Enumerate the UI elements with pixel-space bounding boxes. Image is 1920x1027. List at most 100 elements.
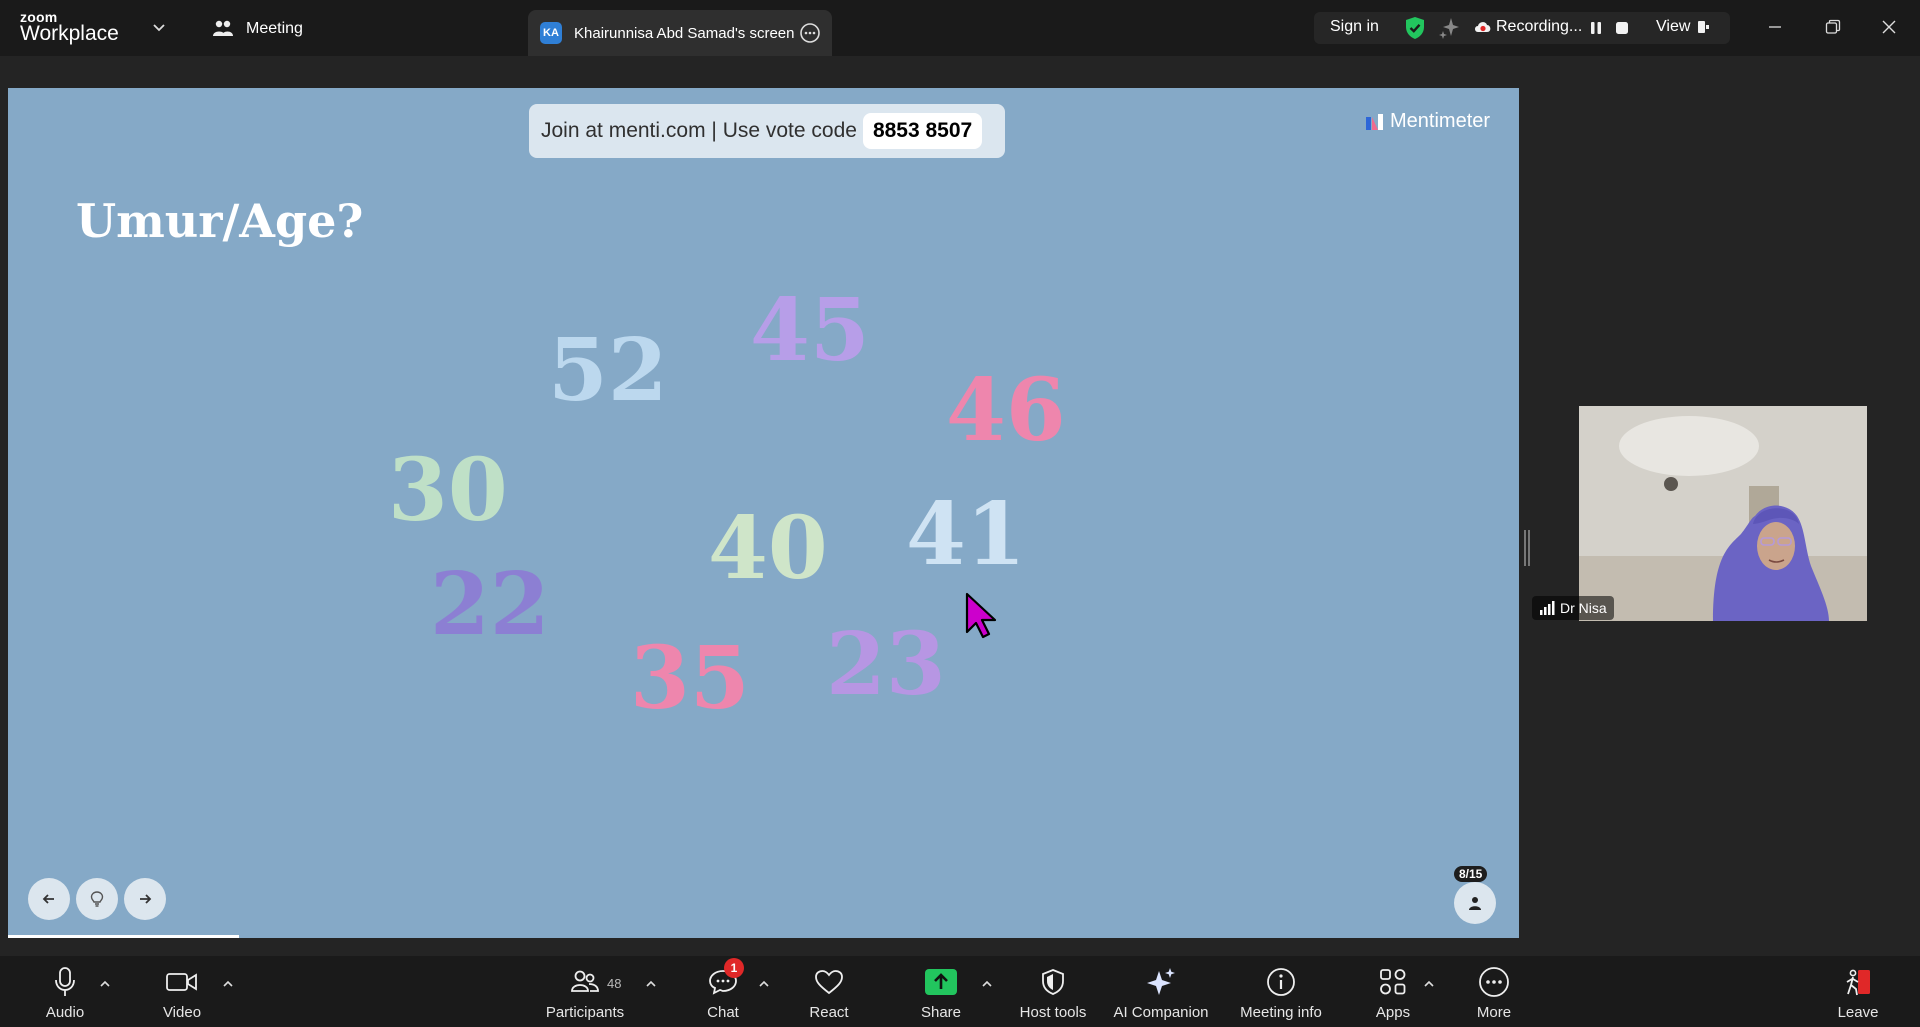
arrow-right-icon (140, 894, 152, 904)
sign-in-button[interactable]: Sign in (1330, 18, 1379, 36)
hint-button[interactable] (76, 878, 118, 920)
share-label: Share (920, 1004, 962, 1021)
more-options-icon (1479, 967, 1509, 997)
vote-banner-text: Join at menti.com | Use vote code (541, 119, 857, 142)
tab-shared-screen-label: Khairunnisa Abd Samad's screen (574, 24, 795, 42)
previous-slide-button[interactable] (28, 878, 70, 920)
audio-options-caret-icon[interactable] (98, 978, 112, 990)
participant-video[interactable] (1579, 406, 1867, 621)
info-icon (1267, 968, 1295, 996)
sparkle-icon[interactable] (1438, 16, 1460, 40)
restore-button[interactable] (1818, 12, 1848, 42)
recording-status: Recording... (1496, 18, 1583, 35)
meeting-info-label: Meeting info (1240, 1004, 1322, 1021)
presentation-progress-fill (8, 935, 240, 938)
leave-button[interactable]: Leave (1803, 964, 1913, 1021)
slide-counter: 8/15 (1454, 866, 1488, 882)
microphone-icon (55, 967, 75, 996)
minimize-icon (1769, 26, 1781, 28)
lightbulb-icon (90, 891, 104, 907)
mentimeter-brand-text: Mentimeter (1390, 110, 1491, 132)
participants-icon (571, 970, 599, 992)
cloud-recording-icon (1475, 22, 1491, 32)
react-label: React (809, 1004, 849, 1021)
logo-workplace-text: Workplace (20, 22, 119, 45)
chat-label: Chat (707, 1004, 739, 1021)
more-label: More (1476, 1004, 1512, 1021)
participant-video-image (1579, 406, 1867, 621)
chat-options-caret-icon[interactable] (757, 978, 771, 990)
share-button[interactable]: Share (886, 964, 996, 1021)
minimize-button[interactable] (1760, 12, 1790, 42)
participant-name-tag: Dr Nisa (1532, 596, 1614, 620)
next-slide-button[interactable] (124, 878, 166, 920)
apps-options-caret-icon[interactable] (1422, 978, 1436, 990)
participants-options-caret-icon[interactable] (644, 978, 658, 990)
more-options-icon[interactable] (798, 21, 822, 45)
word-cloud-entry: 45 (750, 280, 870, 381)
restore-icon (1825, 19, 1841, 34)
video-options-caret-icon[interactable] (221, 978, 235, 990)
word-cloud-entry: 30 (388, 440, 508, 541)
participants-button[interactable]: Participants (530, 964, 640, 1021)
leave-door-icon (1846, 969, 1870, 996)
title-bar: zoom Workplace Meeting KA Khairunnisa Ab… (0, 0, 1920, 56)
shared-screen[interactable]: Join at menti.com | Use vote code 8853 8… (8, 88, 1519, 938)
avatar: KA (540, 22, 562, 44)
people-icon (213, 20, 233, 36)
share-options-caret-icon[interactable] (980, 978, 994, 990)
mentimeter-icon (1366, 113, 1383, 130)
meeting-info-button[interactable]: Meeting info (1226, 964, 1336, 1021)
word-cloud-entry: 46 (946, 360, 1066, 461)
meeting-toolbar: Audio Video Participants 48 1 Chat React… (0, 956, 1920, 1027)
audio-label: Audio (45, 1004, 85, 1021)
pause-recording-icon[interactable] (1586, 18, 1606, 38)
video-label: Video (162, 1004, 202, 1021)
react-button[interactable]: React (774, 964, 884, 1021)
chevron-down-icon[interactable] (152, 20, 166, 34)
panel-resize-handle[interactable] (1524, 530, 1530, 566)
signal-strength-icon (1540, 601, 1555, 615)
chat-unread-badge: 1 (724, 958, 744, 978)
word-cloud-entry: 23 (826, 614, 946, 715)
more-button[interactable]: More (1439, 964, 1549, 1021)
audio-button[interactable]: Audio (10, 964, 120, 1021)
stop-recording-icon[interactable] (1612, 18, 1632, 38)
word-cloud-entry: 40 (708, 498, 828, 599)
slide-navigation (28, 878, 172, 920)
audience-button[interactable] (1454, 882, 1496, 924)
shield-check-icon[interactable] (1404, 16, 1426, 40)
mouse-cursor-icon (965, 592, 997, 639)
slide-title: Umur/Age? (76, 194, 364, 248)
apps-button[interactable]: Apps (1338, 964, 1448, 1021)
share-screen-icon (925, 969, 957, 995)
word-cloud-entry: 41 (906, 484, 1026, 585)
word-cloud-entry: 52 (548, 320, 668, 421)
zoom-workplace-logo[interactable]: zoom Workplace (20, 10, 119, 44)
host-tools-button[interactable]: Host tools (998, 964, 1108, 1021)
view-menu-button[interactable]: View (1656, 18, 1690, 36)
tab-meeting-label: Meeting (246, 20, 303, 37)
apps-icon (1380, 969, 1406, 995)
close-icon (1882, 20, 1896, 34)
apps-label: Apps (1375, 1004, 1411, 1021)
mentimeter-logo: Mentimeter (1366, 110, 1490, 133)
tab-shared-screen[interactable]: KA Khairunnisa Abd Samad's screen (528, 10, 832, 56)
word-cloud-entry: 22 (430, 554, 550, 655)
leave-label: Leave (1837, 1004, 1879, 1021)
tab-meeting[interactable]: Meeting (212, 17, 303, 41)
participants-label: Participants (545, 1004, 625, 1021)
ai-companion-button[interactable]: AI Companion (1106, 964, 1216, 1021)
vote-code: 8853 8507 (862, 113, 983, 149)
close-button[interactable] (1874, 12, 1904, 42)
heart-icon (815, 970, 843, 995)
ai-sparkle-icon (1147, 968, 1175, 995)
word-cloud-entry: 35 (630, 628, 750, 729)
header-status-group: Sign in Recording... View (1314, 12, 1730, 44)
arrow-left-icon (42, 894, 54, 904)
participant-count: 48 (607, 976, 622, 991)
presentation-progress-bar (8, 935, 1519, 938)
view-layout-icon[interactable] (1696, 19, 1712, 35)
chat-button[interactable]: 1 Chat (668, 958, 778, 1021)
video-button[interactable]: Video (127, 964, 237, 1021)
